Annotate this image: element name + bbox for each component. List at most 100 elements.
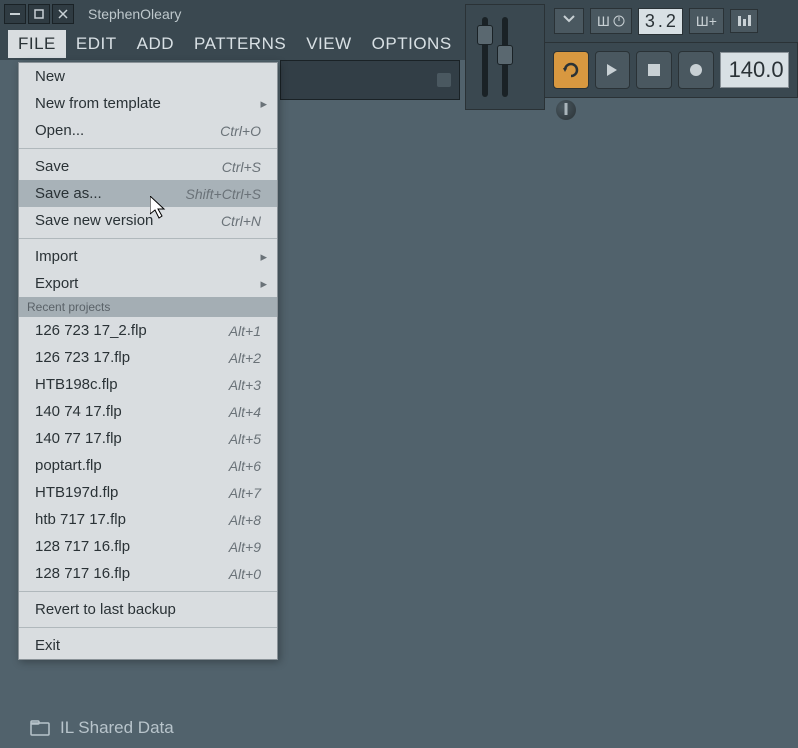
recent-project-item[interactable]: 128 717 16.flpAlt+0 [19,560,277,587]
swing-knob[interactable] [556,100,576,120]
submenu-arrow-icon: ▸ [260,96,267,112]
close-icon [58,9,68,19]
menu-open[interactable]: Open... Ctrl+O [19,117,277,144]
extra-toolbar-button[interactable] [730,9,758,33]
recent-project-item[interactable]: 128 717 16.flpAlt+9 [19,533,277,560]
menu-new-from-template[interactable]: New from template ▸ [19,90,277,117]
menu-view[interactable]: VIEW [296,30,361,58]
maximize-button[interactable] [28,4,50,24]
pattern-label: Ш+ [696,13,717,29]
play-button[interactable] [595,51,631,89]
menu-label: 140 77 17.flp [35,430,229,447]
pattern-button[interactable]: Ш+ [689,8,724,34]
menu-label: 126 723 17.flp [35,349,229,366]
menu-patterns[interactable]: PATTERNS [184,30,296,58]
master-volume-slider[interactable] [482,17,488,97]
time-sig-den: 2 [666,11,676,32]
bars-icon [737,14,751,28]
window-title: StephenOleary [88,6,181,22]
metronome-button[interactable]: Ш [590,8,632,34]
recent-project-item[interactable]: 126 723 17_2.flpAlt+1 [19,317,277,344]
recent-project-item[interactable]: HTB198c.flpAlt+3 [19,371,277,398]
recent-project-item[interactable]: 140 77 17.flpAlt+5 [19,425,277,452]
menu-add[interactable]: ADD [127,30,184,58]
menu-file[interactable]: FILE [8,30,66,58]
menu-import[interactable]: Import ▸ [19,243,277,270]
menu-revert[interactable]: Revert to last backup [19,596,277,623]
menu-label: Save [35,158,222,175]
snap-button[interactable] [554,8,584,34]
menu-separator [19,238,277,239]
menu-save-new-version[interactable]: Save new version Ctrl+N [19,207,277,234]
menu-shortcut: Alt+5 [229,431,261,447]
recent-project-item[interactable]: htb 717 17.flpAlt+8 [19,506,277,533]
master-pitch-slider[interactable] [502,17,508,97]
recent-project-item[interactable]: poptart.flpAlt+6 [19,452,277,479]
record-button[interactable] [678,51,714,89]
menu-label: Revert to last backup [35,601,261,618]
transport-panel: 140.0 [544,42,798,98]
minimize-icon [10,13,20,15]
menu-separator [19,591,277,592]
menu-label: Export [35,275,261,292]
menu-shortcut: Alt+6 [229,458,261,474]
menu-label: poptart.flp [35,457,229,474]
menu-shortcut: Alt+2 [229,350,261,366]
menu-shortcut: Ctrl+N [221,213,261,229]
menu-shortcut: Shift+Ctrl+S [186,186,261,202]
menu-label: 128 717 16.flp [35,538,229,555]
stop-button[interactable] [636,51,672,89]
menu-save[interactable]: Save Ctrl+S [19,153,277,180]
tempo-display[interactable]: 140.0 [720,52,789,88]
sidebar-shared-data[interactable]: IL Shared Data [30,718,174,738]
menu-label: 126 723 17_2.flp [35,322,229,339]
menu-shortcut: Alt+9 [229,539,261,555]
menu-export[interactable]: Export ▸ [19,270,277,297]
play-icon [605,63,619,77]
menu-label: Save new version [35,212,221,229]
menu-shortcut: Alt+1 [229,323,261,339]
menu-label: Exit [35,637,261,654]
menu-exit[interactable]: Exit [19,632,277,659]
menu-new[interactable]: New [19,63,277,90]
menu-shortcut: Alt+3 [229,377,261,393]
menu-separator [19,627,277,628]
menu-edit[interactable]: EDIT [66,30,127,58]
toolbar-top-strip: Ш 3.2 Ш+ [548,0,798,42]
menu-label: Open... [35,122,220,139]
volume-sliders-panel [465,4,545,110]
menu-options[interactable]: OPTIONS [362,30,462,58]
recent-project-item[interactable]: 126 723 17.flpAlt+2 [19,344,277,371]
close-button[interactable] [52,4,74,24]
menu-label: New from template [35,95,261,112]
folder-icon [30,720,50,736]
time-signature-display[interactable]: 3.2 [638,8,683,35]
sidebar-label: IL Shared Data [60,718,174,738]
menu-shortcut: Ctrl+O [220,123,261,139]
menu-shortcut: Alt+0 [229,566,261,582]
slider-thumb[interactable] [497,45,513,65]
pattern-song-toggle[interactable] [553,51,589,89]
recent-project-item[interactable]: 140 74 17.flpAlt+4 [19,398,277,425]
menu-shortcut: Alt+8 [229,512,261,528]
menu-save-as[interactable]: Save as... Shift+Ctrl+S [19,180,277,207]
time-sig-num: 3 [645,11,655,32]
metronome-label: Ш [597,13,610,29]
recent-project-item[interactable]: HTB197d.flpAlt+7 [19,479,277,506]
minimize-button[interactable] [4,4,26,24]
menu-label: 140 74 17.flp [35,403,229,420]
menu-shortcut: Alt+7 [229,485,261,501]
menu-label: 128 717 16.flp [35,565,229,582]
swing-knob-container [556,100,576,120]
menu-label: HTB198c.flp [35,376,229,393]
loop-icon [561,60,581,80]
snap-icon [561,13,577,29]
slider-thumb[interactable] [477,25,493,45]
menu-shortcut: Alt+4 [229,404,261,420]
menu-label: HTB197d.flp [35,484,229,501]
menu-label: Save as... [35,185,186,202]
hint-icon [437,73,451,87]
submenu-arrow-icon: ▸ [260,249,267,265]
record-icon [689,63,703,77]
file-menu-dropdown: New New from template ▸ Open... Ctrl+O S… [18,62,278,660]
